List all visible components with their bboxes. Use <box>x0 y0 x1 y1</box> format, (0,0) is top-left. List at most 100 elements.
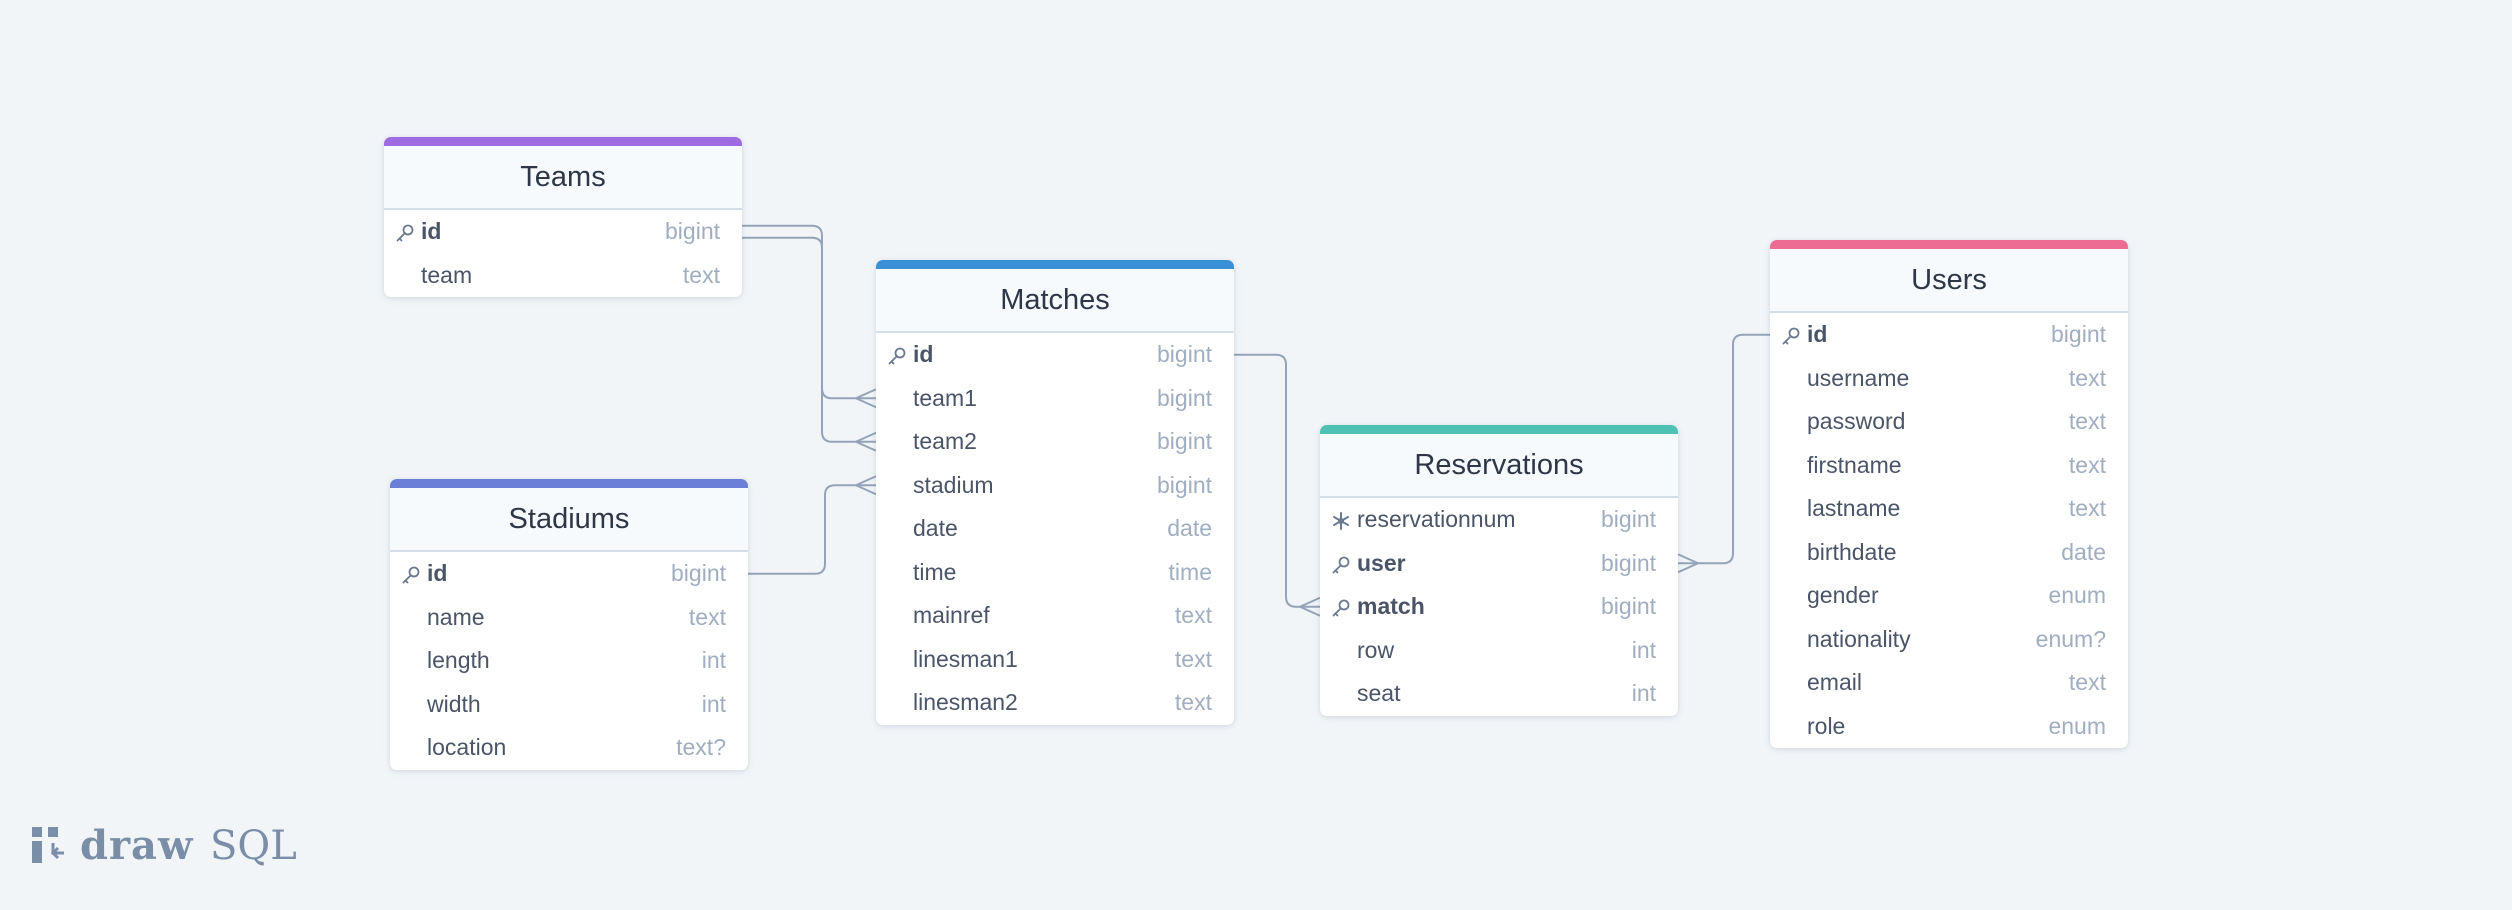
table-accent-bar <box>1770 240 2128 249</box>
column-name: role <box>1807 712 1846 739</box>
column-name: team2 <box>913 428 977 454</box>
column-row-gender[interactable]: gender enum <box>1770 574 2128 618</box>
table-stadiums[interactable]: Stadiums id bigint name text length int width in… <box>390 479 748 770</box>
column-type: time <box>1168 558 1212 585</box>
relationship-line <box>742 236 876 443</box>
column-name: location <box>427 734 507 760</box>
unique-key-icon <box>1331 511 1351 531</box>
column-row-match[interactable]: match bigint <box>1320 585 1678 629</box>
column-type: text <box>2068 669 2106 695</box>
column-type: bigint <box>671 560 726 586</box>
column-row-nationality[interactable]: nationality enum? <box>1770 618 2128 662</box>
column-name: length <box>427 647 490 673</box>
column-row-name[interactable]: name text <box>390 596 748 640</box>
table-users[interactable]: Users id bigint username text password text fir… <box>1770 240 2128 748</box>
column-row-team[interactable]: team text <box>384 254 742 298</box>
table-title[interactable]: Matches <box>876 269 1234 333</box>
column-type: text <box>688 603 726 630</box>
table-teams[interactable]: Teams id bigint team text <box>384 137 742 297</box>
column-name: id <box>421 218 442 244</box>
column-name: email <box>1807 669 1862 695</box>
key-icon <box>1331 555 1351 575</box>
column-row-row[interactable]: row int <box>1320 629 1678 673</box>
column-name: nationality <box>1807 625 1911 652</box>
column-type: bigint <box>1157 471 1212 498</box>
column-row-username[interactable]: username text <box>1770 357 2128 401</box>
column-row-team1[interactable]: team1 bigint <box>876 377 1234 421</box>
column-row-time[interactable]: time time <box>876 551 1234 595</box>
column-type: bigint <box>1601 593 1656 619</box>
column-name: time <box>913 558 957 585</box>
column-type: text <box>1174 645 1212 672</box>
table-accent-bar <box>384 137 742 146</box>
column-type: bigint <box>1157 341 1212 367</box>
column-name: team1 <box>913 384 977 411</box>
column-type: bigint <box>1601 549 1656 576</box>
column-row-team2[interactable]: team2 bigint <box>876 420 1234 464</box>
column-name: name <box>427 603 485 630</box>
relationship-connectors <box>742 224 1770 617</box>
column-name: linesman1 <box>913 645 1018 672</box>
column-row-mainref[interactable]: mainref text <box>876 594 1234 638</box>
column-row-id[interactable]: id bigint <box>384 210 742 254</box>
column-row-length[interactable]: length int <box>390 639 748 683</box>
column-name: team <box>421 261 473 288</box>
column-row-width[interactable]: width int <box>390 683 748 727</box>
column-row-location[interactable]: location text? <box>390 726 748 770</box>
column-type: enum <box>2048 712 2106 739</box>
column-row-stadium[interactable]: stadium bigint <box>876 464 1234 508</box>
column-name: password <box>1807 408 1906 434</box>
column-type: text <box>2068 364 2106 391</box>
key-icon <box>887 346 907 366</box>
table-title[interactable]: Teams <box>384 146 742 210</box>
column-name: linesman2 <box>913 689 1018 715</box>
key-icon <box>1331 598 1351 618</box>
column-name: date <box>913 515 958 541</box>
column-row-id[interactable]: id bigint <box>876 333 1234 377</box>
column-row-firstname[interactable]: firstname text <box>1770 444 2128 488</box>
column-row-reservationnum[interactable]: reservationnum bigint <box>1320 498 1678 542</box>
column-name: id <box>427 560 448 586</box>
table-title[interactable]: Stadiums <box>390 488 748 552</box>
column-type: date <box>1167 515 1212 541</box>
column-type: int <box>1631 680 1656 706</box>
table-matches[interactable]: Matches id bigint team1 bigint team2 bigint sta… <box>876 260 1234 725</box>
column-row-lastname[interactable]: lastname text <box>1770 487 2128 531</box>
column-row-user[interactable]: user bigint <box>1320 542 1678 586</box>
relationship-line <box>748 484 876 575</box>
column-type: bigint <box>1157 428 1212 454</box>
relationship-line <box>1234 353 1320 608</box>
column-name: seat <box>1357 680 1401 706</box>
column-type: bigint <box>665 218 720 244</box>
column-name: user <box>1357 549 1406 576</box>
column-type: text <box>2068 495 2106 521</box>
column-type: text <box>2068 408 2106 434</box>
table-accent-bar <box>1320 425 1678 434</box>
column-row-role[interactable]: role enum <box>1770 705 2128 749</box>
column-name: gender <box>1807 582 1879 608</box>
key-icon <box>395 223 415 243</box>
column-type: int <box>701 690 726 717</box>
table-title[interactable]: Users <box>1770 249 2128 313</box>
relationship-line <box>1678 333 1770 565</box>
column-type: bigint <box>1601 506 1656 532</box>
column-row-linesman2[interactable]: linesman2 text <box>876 681 1234 725</box>
column-name: birthdate <box>1807 538 1897 565</box>
column-name: username <box>1807 364 1910 391</box>
column-row-email[interactable]: email text <box>1770 661 2128 705</box>
column-type: text <box>2068 451 2106 478</box>
column-type: text <box>682 261 720 288</box>
column-name: lastname <box>1807 495 1901 521</box>
column-row-id[interactable]: id bigint <box>1770 313 2128 357</box>
table-title[interactable]: Reservations <box>1320 434 1678 498</box>
column-row-linesman1[interactable]: linesman1 text <box>876 638 1234 682</box>
column-row-password[interactable]: password text <box>1770 400 2128 444</box>
table-reservations[interactable]: Reservations reservationnum bigint user bigi… <box>1320 425 1678 716</box>
column-row-seat[interactable]: seat int <box>1320 672 1678 716</box>
column-row-birthdate[interactable]: birthdate date <box>1770 531 2128 575</box>
table-accent-bar <box>390 479 748 488</box>
column-row-date[interactable]: date date <box>876 507 1234 551</box>
relationship-line <box>742 224 876 400</box>
column-name: mainref <box>913 602 990 628</box>
column-row-id[interactable]: id bigint <box>390 552 748 596</box>
